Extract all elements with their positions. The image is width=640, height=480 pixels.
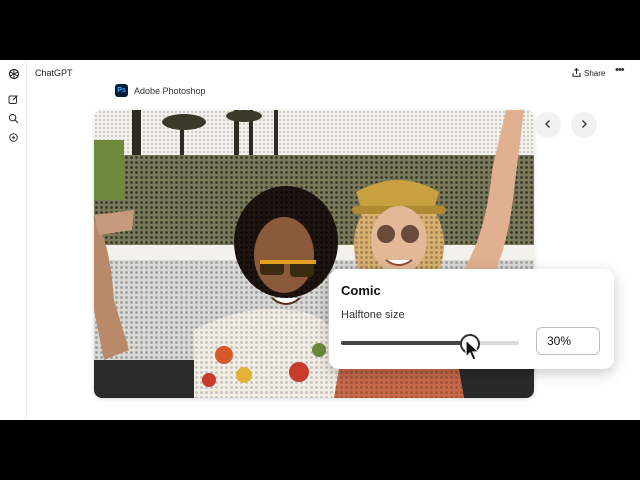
effect-name: Comic: [341, 283, 381, 298]
search-icon[interactable]: [7, 112, 20, 125]
chevron-right-icon: [579, 116, 589, 134]
new-chat-icon[interactable]: [7, 93, 20, 106]
mouse-cursor-icon: [465, 338, 481, 366]
share-label: Share: [584, 69, 606, 78]
openai-logo-icon[interactable]: [7, 67, 20, 80]
sidebar-rail: [0, 60, 27, 420]
halftone-size-slider[interactable]: [341, 334, 519, 354]
carousel-next-button[interactable]: [571, 112, 597, 138]
halftone-size-value-field[interactable]: 30%: [536, 327, 600, 355]
chat-app-window: ChatGPT Share ••• Ps Adobe Photoshop Com…: [0, 60, 640, 420]
integration-chip: Ps Adobe Photoshop: [115, 84, 206, 97]
library-icon[interactable]: [7, 131, 20, 144]
integration-name: Adobe Photoshop: [134, 85, 206, 96]
more-options-button[interactable]: •••: [615, 64, 625, 76]
app-title: ChatGPT: [35, 68, 73, 78]
halftone-size-label: Halftone size: [341, 309, 405, 321]
chevron-left-icon: [543, 116, 553, 134]
photoshop-logo-icon: Ps: [115, 84, 128, 97]
slider-fill: [341, 341, 470, 345]
carousel-prev-button[interactable]: [535, 112, 561, 138]
share-button[interactable]: Share: [572, 67, 606, 79]
share-icon: [572, 67, 581, 79]
